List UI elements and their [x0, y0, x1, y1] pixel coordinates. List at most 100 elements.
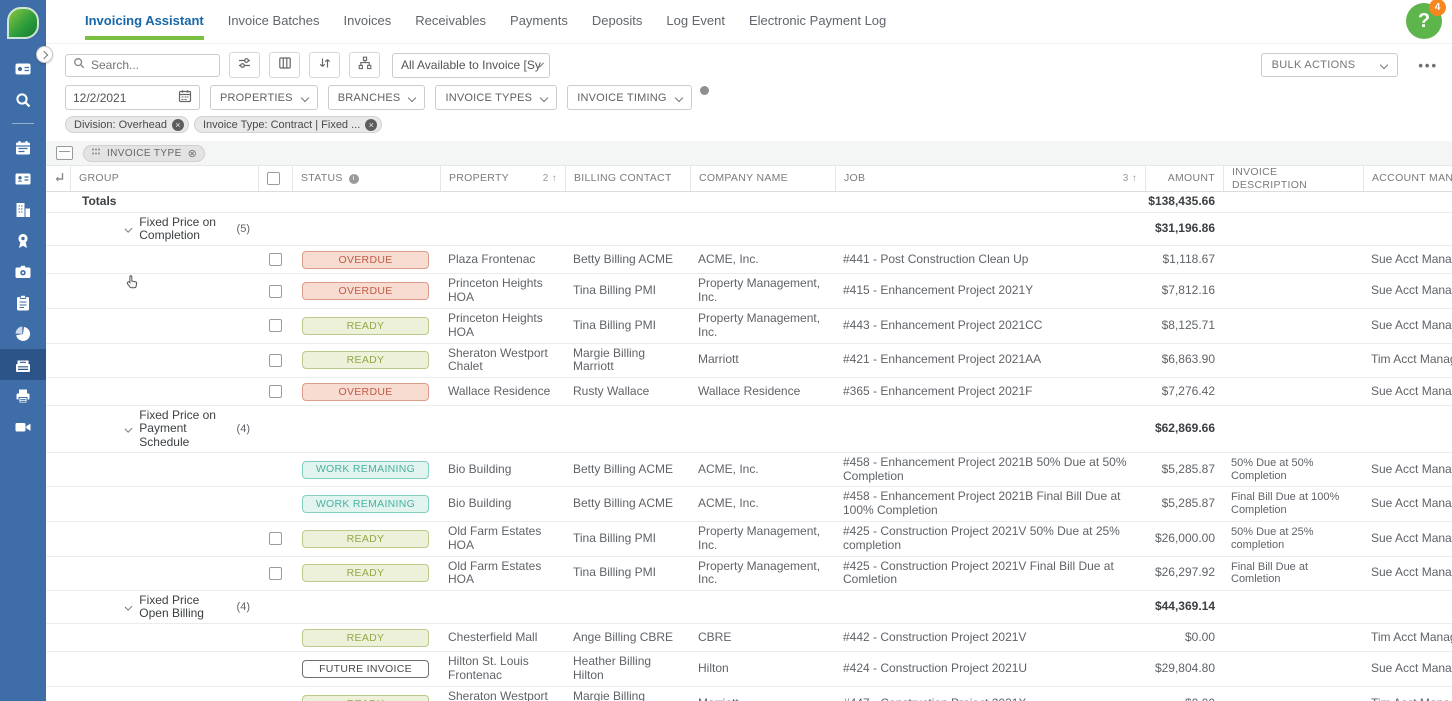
- filter-dropdown-invoice-types[interactable]: INVOICE TYPES: [435, 85, 558, 110]
- app-logo-icon[interactable]: [7, 7, 39, 39]
- help-button[interactable]: ? 4: [1406, 0, 1446, 39]
- cell-job: #421 - Enhancement Project 2021AA: [843, 352, 1042, 367]
- tab-electronic-payment-log[interactable]: Electronic Payment Log: [749, 13, 886, 28]
- sidebar-item-video[interactable]: [0, 411, 46, 442]
- cell-invoice-description: 50% Due at 50% Completion: [1231, 456, 1314, 482]
- sidebar-item-award[interactable]: [0, 225, 46, 256]
- sort-button[interactable]: [309, 52, 340, 78]
- tab-receivables[interactable]: Receivables: [415, 13, 486, 28]
- sidebar-item-clipboard[interactable]: [0, 287, 46, 318]
- group-cell[interactable]: Fixed Price Open Billing (4): [70, 591, 258, 623]
- remove-chip-icon[interactable]: ×: [171, 118, 184, 131]
- cell-amount: $8,125.71: [1161, 317, 1215, 332]
- column-header-account-manager: ACCOUNT MANAGER: [1363, 166, 1452, 191]
- row-checkbox[interactable]: [268, 253, 282, 267]
- sidebar-item-company[interactable]: [0, 194, 46, 225]
- collapse-all-icon[interactable]: [54, 171, 65, 185]
- cell-amount: $7,812.16: [1161, 283, 1215, 298]
- remove-chip-icon[interactable]: ×: [365, 118, 378, 131]
- column-label: BILLING CONTACT: [574, 172, 672, 185]
- columns-button[interactable]: [269, 52, 300, 78]
- group-cell[interactable]: Fixed Price on Completion (5): [70, 213, 258, 245]
- group-by-pill[interactable]: INVOICE TYPE ⊗: [83, 144, 206, 162]
- tab-invoices[interactable]: Invoices: [344, 13, 392, 28]
- filter-chip-invoice-type-contract-fixed[interactable]: Invoice Type: Contract | Fixed ... ×: [193, 116, 383, 133]
- tab-payments[interactable]: Payments: [510, 13, 568, 28]
- cell-billing-contact: Betty Billing ACME: [573, 496, 674, 511]
- tab-invoice-batches[interactable]: Invoice Batches: [228, 13, 320, 28]
- more-options-button[interactable]: •••: [1418, 58, 1438, 73]
- row-checkbox[interactable]: [268, 353, 282, 367]
- status-badge[interactable]: READY: [302, 316, 429, 335]
- chevron-down-icon[interactable]: [124, 225, 133, 234]
- group-cell[interactable]: Fixed Price on Payment Schedule (4): [70, 406, 258, 452]
- status-badge[interactable]: READY: [302, 628, 429, 647]
- sidebar-expand-button[interactable]: [36, 46, 53, 63]
- sort-indicator[interactable]: 2 ↑: [543, 173, 557, 185]
- status-badge[interactable]: WORK REMAINING: [302, 495, 429, 514]
- view-select-value: All Available to Invoice [Sy: [401, 58, 541, 72]
- view-select[interactable]: All Available to Invoice [Sy: [392, 52, 550, 78]
- status-badge[interactable]: READY: [302, 564, 429, 583]
- sidebar-item-calendar[interactable]: [0, 132, 46, 163]
- tab-log-event[interactable]: Log Event: [666, 13, 725, 28]
- sidebar-divider: [12, 123, 34, 124]
- select-all-checkbox[interactable]: [267, 172, 280, 185]
- chevron-down-icon[interactable]: [124, 424, 133, 433]
- search-icon: [73, 56, 85, 74]
- cell-billing-contact: [565, 192, 690, 212]
- column-header-job[interactable]: JOB 3 ↑: [835, 166, 1145, 191]
- cell-billing-contact: Tina Billing PMI: [573, 317, 656, 332]
- date-field[interactable]: 12/2/2021: [65, 85, 200, 110]
- cell-account-manager: Sue Acct Manager: [1371, 251, 1452, 266]
- cell-collapse: [46, 309, 70, 343]
- status-badge[interactable]: WORK REMAINING: [302, 460, 429, 479]
- group-row-fixed-price-open-billing: Fixed Price Open Billing (4) $44,369.14: [46, 591, 1452, 625]
- row-checkbox[interactable]: [268, 319, 282, 333]
- status-badge[interactable]: READY: [302, 694, 429, 701]
- status-badge[interactable]: OVERDUE: [302, 282, 429, 301]
- sidebar-item-printer[interactable]: [0, 380, 46, 411]
- row-checkbox[interactable]: [268, 284, 282, 298]
- remove-group-icon[interactable]: ⊗: [188, 147, 198, 160]
- row-checkbox[interactable]: [268, 532, 282, 546]
- cell-checkbox: [258, 557, 292, 591]
- status-badge[interactable]: OVERDUE: [302, 250, 429, 269]
- filter-settings-button[interactable]: [229, 52, 260, 78]
- cell-job: #443 - Enhancement Project 2021CC: [843, 317, 1043, 332]
- status-info-icon: i: [348, 173, 359, 184]
- tab-invoicing-assistant[interactable]: Invoicing Assistant: [85, 13, 204, 40]
- cell-status: READY: [292, 344, 440, 378]
- bulk-actions-button[interactable]: BULK ACTIONS: [1260, 53, 1399, 77]
- hierarchy-button[interactable]: [349, 52, 380, 78]
- tab-deposits[interactable]: Deposits: [592, 13, 643, 28]
- filter-chip-division-overhead[interactable]: Division: Overhead ×: [65, 116, 189, 133]
- status-badge[interactable]: FUTURE INVOICE: [302, 660, 429, 679]
- row-checkbox[interactable]: [268, 566, 282, 580]
- column-header-checkbox[interactable]: [258, 166, 292, 191]
- chevron-down-icon[interactable]: [124, 603, 133, 612]
- group-panel-icon[interactable]: [56, 146, 73, 160]
- status-badge[interactable]: READY: [302, 529, 429, 548]
- cell-status: READY: [292, 624, 440, 651]
- sort-indicator[interactable]: 3 ↑: [1123, 173, 1137, 185]
- filter-dropdown-invoice-timing[interactable]: INVOICE TIMING: [567, 85, 692, 110]
- sidebar-item-search[interactable]: [0, 84, 46, 115]
- sidebar-item-contact-card[interactable]: [0, 163, 46, 194]
- columns-icon: [278, 56, 292, 75]
- cell-company-name: Property Management, Inc.: [698, 558, 821, 587]
- filter-dropdown-branches[interactable]: BRANCHES: [327, 85, 426, 110]
- status-badge[interactable]: READY: [302, 351, 429, 370]
- table-row: READY Chesterfield Mall Ange Billing CBRE C…: [46, 624, 1452, 653]
- sidebar-item-invoicing[interactable]: [0, 349, 46, 380]
- status-badge[interactable]: OVERDUE: [302, 382, 429, 401]
- row-checkbox[interactable]: [268, 385, 282, 399]
- cell-amount: $26,000.00: [1154, 530, 1215, 545]
- filter-dropdown-properties[interactable]: PROPERTIES: [210, 85, 318, 110]
- cell-account-manager: [1363, 192, 1452, 212]
- column-header-property[interactable]: PROPERTY 2 ↑: [440, 166, 565, 191]
- search-input[interactable]: [91, 58, 201, 72]
- sidebar-item-pie-chart[interactable]: [0, 318, 46, 349]
- cell-property: Old Farm Estates HOA: [448, 523, 542, 552]
- sidebar-item-camera[interactable]: [0, 256, 46, 287]
